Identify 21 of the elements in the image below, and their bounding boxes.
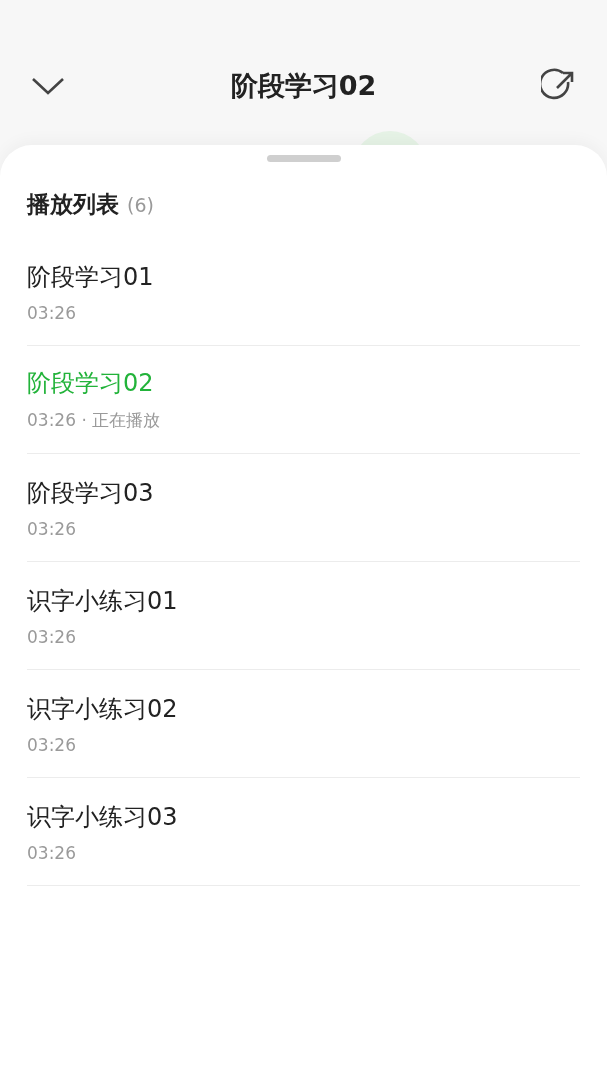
track-title: 阶段学习03 — [27, 477, 155, 509]
track-title: 阶段学习01 — [27, 261, 155, 293]
track-title: 识字小练习01 — [27, 585, 179, 617]
playlist-count: (6) — [127, 194, 154, 216]
playlist-item[interactable]: 阶段学习01 03:26 — [27, 238, 580, 346]
track-meta: 03:26 — [27, 518, 77, 539]
track-meta: 03:26 · 正在播放 — [27, 409, 162, 432]
track-meta: 03:26 — [27, 842, 77, 863]
track-title: 识字小练习03 — [27, 801, 179, 833]
playlist-item[interactable]: 识字小练习01 03:26 — [27, 562, 580, 670]
track-meta: 03:26 — [27, 626, 77, 647]
track-title: 识字小练习02 — [27, 693, 179, 725]
playlist-item[interactable]: 识字小练习03 03:26 — [27, 778, 580, 886]
playlist-item[interactable]: 识字小练习02 03:26 — [27, 670, 580, 778]
track-title: 阶段学习02 — [27, 368, 155, 399]
page-title: 阶段学习02 — [230, 69, 377, 103]
track-meta: 03:26 — [27, 734, 77, 755]
playlist-title: 播放列表 — [27, 190, 119, 219]
track-meta: 03:26 — [27, 302, 77, 323]
playlist-item[interactable]: 阶段学习03 03:26 — [27, 454, 580, 562]
drag-handle[interactable] — [266, 155, 341, 162]
